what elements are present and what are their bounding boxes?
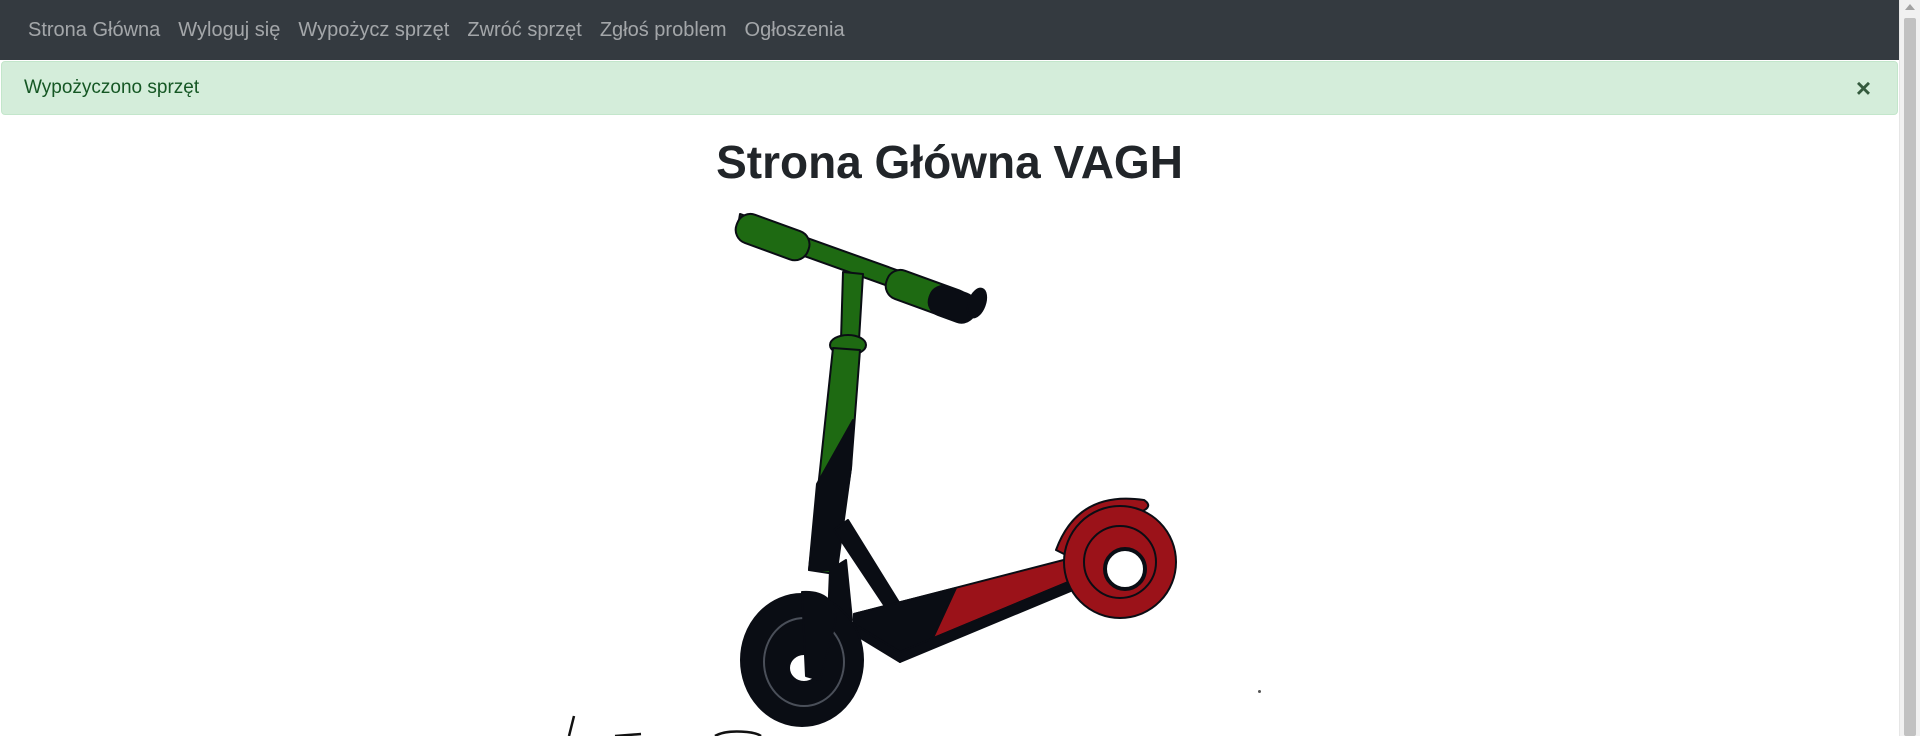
page-title: Strona Główna VAGH [716, 136, 1183, 188]
nav-link-logout[interactable]: Wyloguj się [169, 19, 289, 42]
left-grip [734, 212, 811, 262]
nav-link-report-problem[interactable]: Zgłoś problem [591, 19, 736, 42]
scooter-illustration [734, 212, 1177, 727]
close-icon[interactable]: × [1856, 75, 1871, 101]
top-navbar: Strona Główna Wyloguj się Wypożycz sprzę… [0, 0, 1899, 60]
nav-link-home[interactable]: Strona Główna [19, 19, 169, 42]
success-alert: Wypożyczono sprzęt × [1, 61, 1898, 115]
nav-link-rent-equipment[interactable]: Wypożycz sprzęt [289, 19, 458, 42]
stray-dot [1258, 690, 1261, 693]
nav-link-return-equipment[interactable]: Zwróć sprzęt [458, 19, 590, 42]
scroll-up-icon[interactable] [1905, 4, 1915, 10]
stem-upper [840, 271, 864, 341]
sketch-strokes [567, 715, 762, 736]
vertical-scrollbar[interactable] [1899, 0, 1920, 736]
alert-message: Wypożyczono sprzęt [24, 77, 200, 98]
scrollbar-thumb[interactable] [1904, 18, 1916, 736]
nav-link-announcements[interactable]: Ogłoszenia [736, 19, 854, 42]
